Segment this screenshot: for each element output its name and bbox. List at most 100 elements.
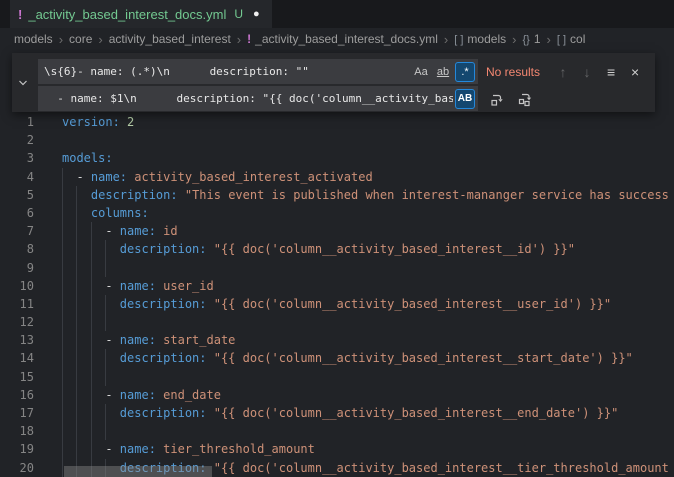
breadcrumb-label: activity_based_interest	[109, 32, 231, 46]
line-number[interactable]: 6	[0, 204, 34, 222]
line-number[interactable]: 20	[0, 459, 34, 477]
code-line[interactable]: 18	[0, 422, 674, 440]
tab-bar: ! _activity_based_interest_docs.yml U ●	[0, 0, 674, 28]
line-number[interactable]: 11	[0, 295, 34, 313]
replace-input[interactable]: - name: $1\n description: "{{ doc('colum…	[38, 86, 478, 111]
line-number[interactable]: 19	[0, 440, 34, 458]
code-text: - name: tier_threshold_amount	[62, 440, 315, 458]
breadcrumb: models › core › activity_based_interest ›! _ac…	[0, 28, 674, 50]
line-number[interactable]: 10	[0, 277, 34, 295]
line-number[interactable]: 7	[0, 222, 34, 240]
preserve-case-toggle[interactable]: AB	[455, 89, 475, 109]
breadcrumb-item[interactable]: activity_based_interest	[109, 32, 231, 46]
line-number[interactable]: 5	[0, 186, 34, 204]
code-line[interactable]: 9	[0, 259, 674, 277]
code-text: description: "{{ doc('column__activity_b…	[62, 349, 633, 367]
line-number[interactable]: 12	[0, 313, 34, 331]
editor-pane[interactable]: \s{6}- name: (.*)\n description: "" Aa a…	[0, 50, 674, 477]
symbol-array-icon: [ ]	[454, 34, 463, 46]
line-number[interactable]: 17	[0, 404, 34, 422]
code-line[interactable]: 12	[0, 313, 674, 331]
replace-icon	[489, 91, 505, 107]
code-text: - name: start_date	[62, 331, 235, 349]
line-number[interactable]: 2	[0, 131, 34, 149]
results-status: No results	[486, 65, 540, 79]
yaml-file-icon: !	[247, 32, 251, 46]
tab-activity-based-interest-docs[interactable]: ! _activity_based_interest_docs.yml U ●	[10, 0, 272, 28]
code-text: version: 2	[62, 113, 134, 131]
breadcrumb-label: models	[467, 32, 506, 46]
line-number[interactable]: 4	[0, 168, 34, 186]
find-in-selection-button[interactable]: ≡	[600, 61, 622, 83]
toggle-replace-button[interactable]	[12, 53, 34, 112]
breadcrumb-item[interactable]: [ ] col	[557, 32, 586, 46]
breadcrumb-label: models	[14, 32, 53, 46]
code-line[interactable]: 19 - name: tier_threshold_amount	[0, 440, 674, 458]
code-line[interactable]: 4 - name: activity_based_interest_activa…	[0, 168, 674, 186]
breadcrumb-separator-icon: ›	[59, 32, 63, 47]
match-case-toggle[interactable]: Aa	[411, 62, 431, 82]
line-number[interactable]: 9	[0, 259, 34, 277]
horizontal-scrollbar-thumb[interactable]	[64, 466, 212, 477]
regex-toggle[interactable]: .*	[455, 62, 475, 82]
line-number[interactable]: 1	[0, 113, 34, 131]
code-line[interactable]: 6 columns:	[0, 204, 674, 222]
whole-word-toggle[interactable]: ab	[433, 62, 453, 82]
tab-filename: _activity_based_interest_docs.yml	[28, 7, 226, 22]
code-text: - name: id	[62, 222, 178, 240]
code-text: description: "{{ doc('column__activity_b…	[62, 295, 611, 313]
breadcrumb-separator-icon: ›	[512, 32, 516, 47]
line-number[interactable]: 16	[0, 386, 34, 404]
replace-button[interactable]	[486, 88, 508, 110]
breadcrumb-label: col	[570, 32, 585, 46]
symbol-object-icon: {}	[522, 34, 529, 46]
chevron-down-icon	[17, 77, 29, 89]
breadcrumb-separator-icon: ›	[98, 32, 102, 47]
code-text: - name: activity_based_interest_activate…	[62, 168, 373, 186]
breadcrumb-item[interactable]: {} 1	[522, 32, 540, 46]
breadcrumb-separator-icon: ›	[237, 32, 241, 47]
replace-all-button[interactable]	[514, 88, 536, 110]
find-input[interactable]: \s{6}- name: (.*)\n description: "" Aa a…	[38, 59, 478, 84]
code-line[interactable]: 14 description: "{{ doc('column__activit…	[0, 349, 674, 367]
code-area[interactable]: 1version: 223models:4 - name: activity_b…	[0, 113, 674, 477]
line-number[interactable]: 15	[0, 368, 34, 386]
line-number[interactable]: 14	[0, 349, 34, 367]
breadcrumb-item[interactable]: models	[14, 32, 53, 46]
code-line[interactable]: 16 - name: end_date	[0, 386, 674, 404]
line-number[interactable]: 18	[0, 422, 34, 440]
breadcrumb-item[interactable]: core	[69, 32, 92, 46]
code-text: description: "{{ doc('column__activity_b…	[62, 240, 575, 258]
breadcrumb-label: 1	[534, 32, 541, 46]
symbol-array-icon: [ ]	[557, 34, 566, 46]
dirty-indicator-dot[interactable]: ●	[253, 8, 260, 20]
code-line[interactable]: 15	[0, 368, 674, 386]
close-find-widget-button[interactable]: ×	[624, 61, 646, 83]
code-line[interactable]: 5 description: "This event is published …	[0, 186, 674, 204]
find-actions: No results ↑ ↓ ≡ ×	[486, 61, 646, 83]
code-line[interactable]: 7 - name: id	[0, 222, 674, 240]
breadcrumb-item[interactable]: [ ] models	[454, 32, 506, 46]
yaml-file-icon: !	[18, 7, 22, 22]
code-text: models:	[62, 149, 113, 167]
next-match-button[interactable]: ↓	[576, 61, 598, 83]
replace-actions	[486, 88, 536, 110]
code-line[interactable]: 10 - name: user_id	[0, 277, 674, 295]
breadcrumb-separator-icon: ›	[444, 32, 448, 47]
code-line[interactable]: 3 models:	[0, 149, 674, 167]
code-line[interactable]: 8 description: "{{ doc('column__activity…	[0, 240, 674, 258]
replace-input-value: - name: $1\n description: "{{ doc('colum…	[44, 92, 453, 105]
line-number[interactable]: 3	[0, 149, 34, 167]
breadcrumb-label: _activity_based_interest_docs.yml	[255, 32, 438, 46]
line-number[interactable]: 13	[0, 331, 34, 349]
breadcrumb-item[interactable]: ! _activity_based_interest_docs.yml	[247, 32, 438, 46]
breadcrumb-label: core	[69, 32, 92, 46]
code-line[interactable]: 13 - name: start_date	[0, 331, 674, 349]
line-number[interactable]: 8	[0, 240, 34, 258]
previous-match-button[interactable]: ↑	[552, 61, 574, 83]
code-line[interactable]: 11 description: "{{ doc('column__activit…	[0, 295, 674, 313]
code-line[interactable]: 2	[0, 131, 674, 149]
code-line[interactable]: 1 version: 2	[0, 113, 674, 131]
code-line[interactable]: 17 description: "{{ doc('column__activit…	[0, 404, 674, 422]
code-text: columns:	[62, 204, 149, 222]
